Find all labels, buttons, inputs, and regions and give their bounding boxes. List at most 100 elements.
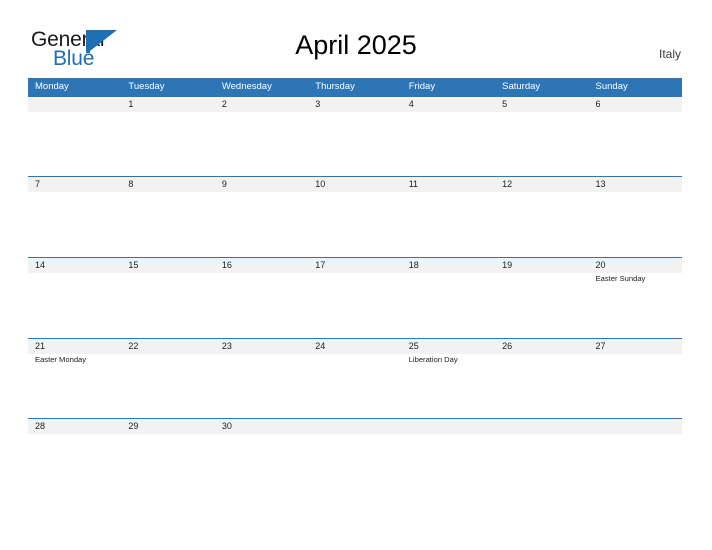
day-events bbox=[589, 192, 682, 193]
day-cell[interactable] bbox=[495, 419, 589, 440]
day-cell[interactable] bbox=[308, 419, 402, 440]
day-number: 21 bbox=[35, 341, 46, 351]
day-cell[interactable]: 30 bbox=[214, 419, 309, 440]
day-cell[interactable]: 23 bbox=[214, 339, 309, 418]
day-cell[interactable]: 14 bbox=[28, 258, 122, 338]
calendar-page: General Blue April 2025 Italy Monday Tue… bbox=[0, 0, 712, 550]
day-number: 10 bbox=[315, 179, 326, 189]
day-cell[interactable]: 8 bbox=[121, 177, 215, 257]
day-cell[interactable]: 12 bbox=[495, 177, 589, 257]
day-number: 24 bbox=[315, 341, 326, 351]
day-number: 5 bbox=[502, 99, 508, 109]
weekday-header-wednesday: Wednesday bbox=[221, 81, 272, 92]
day-cell[interactable]: 7 bbox=[28, 177, 122, 257]
day-cell[interactable]: 1 bbox=[121, 97, 215, 176]
day-cell[interactable]: 5 bbox=[495, 97, 589, 176]
day-number: 8 bbox=[128, 179, 134, 189]
day-events bbox=[495, 354, 588, 355]
day-events: Easter Monday bbox=[28, 354, 121, 365]
holiday-label: Easter Sunday bbox=[595, 274, 646, 283]
day-events bbox=[28, 273, 121, 274]
weekday-header-thursday: Thursday bbox=[315, 81, 355, 92]
day-cell[interactable] bbox=[28, 97, 122, 176]
day-cell[interactable]: 17 bbox=[308, 258, 402, 338]
day-cell[interactable]: 11 bbox=[401, 177, 496, 257]
day-events bbox=[402, 273, 495, 274]
day-number: 16 bbox=[221, 260, 232, 270]
day-cell[interactable]: 13 bbox=[588, 177, 682, 257]
day-events bbox=[215, 192, 308, 193]
day-number: 23 bbox=[221, 341, 232, 351]
day-events: Liberation Day bbox=[402, 354, 495, 365]
day-events bbox=[121, 273, 214, 274]
day-cell[interactable]: 3 bbox=[308, 97, 402, 176]
day-number: 28 bbox=[35, 421, 46, 431]
day-cell[interactable]: 21 Easter Monday bbox=[28, 339, 122, 418]
day-events bbox=[495, 192, 588, 193]
day-cell[interactable]: 18 bbox=[401, 258, 496, 338]
day-number: 13 bbox=[595, 179, 606, 189]
day-number: 2 bbox=[221, 99, 227, 109]
day-events bbox=[28, 112, 121, 113]
day-number: 11 bbox=[408, 179, 419, 189]
day-cell[interactable]: 27 bbox=[588, 339, 682, 418]
holiday-label: Easter Monday bbox=[35, 355, 87, 364]
country-label: Italy bbox=[658, 47, 681, 61]
day-cell[interactable]: 26 bbox=[495, 339, 589, 418]
day-events bbox=[308, 354, 401, 355]
day-number: 12 bbox=[502, 179, 513, 189]
day-cell[interactable]: 29 bbox=[121, 419, 215, 440]
holiday-label: Liberation Day bbox=[408, 355, 458, 364]
calendar-grid: Monday Tuesday Wednesday Thursday Friday… bbox=[28, 78, 682, 440]
day-cell[interactable]: 25 Liberation Day bbox=[401, 339, 496, 418]
day-events bbox=[215, 354, 308, 355]
weekday-header-saturday: Saturday bbox=[502, 81, 541, 92]
weekday-header-row: Monday Tuesday Wednesday Thursday Friday… bbox=[28, 78, 682, 96]
day-events bbox=[308, 273, 401, 274]
day-events bbox=[121, 112, 214, 113]
day-events bbox=[402, 112, 495, 113]
day-number: 3 bbox=[315, 99, 321, 109]
day-cell[interactable]: 2 bbox=[214, 97, 309, 176]
day-events bbox=[121, 354, 214, 355]
day-cell[interactable]: 28 bbox=[28, 419, 122, 440]
day-cell[interactable]: 4 bbox=[401, 97, 496, 176]
day-cell[interactable]: 6 bbox=[588, 97, 682, 176]
day-cell[interactable]: 16 bbox=[214, 258, 309, 338]
day-events bbox=[495, 273, 588, 274]
day-cell[interactable]: 20 Easter Sunday bbox=[588, 258, 682, 338]
day-number: 29 bbox=[128, 421, 139, 431]
weekday-header-tuesday: Tuesday bbox=[128, 81, 165, 92]
day-number: 4 bbox=[408, 99, 414, 109]
weekday-header-sunday: Sunday bbox=[595, 81, 628, 92]
day-cell[interactable] bbox=[588, 419, 682, 440]
day-events bbox=[402, 192, 495, 193]
day-cell[interactable] bbox=[401, 419, 496, 440]
day-number: 26 bbox=[502, 341, 513, 351]
day-events bbox=[495, 112, 588, 113]
day-number: 20 bbox=[595, 260, 606, 270]
weekday-header-monday: Monday bbox=[35, 81, 69, 92]
day-cell[interactable]: 19 bbox=[495, 258, 589, 338]
day-cell[interactable]: 24 bbox=[308, 339, 402, 418]
day-cell[interactable]: 10 bbox=[308, 177, 402, 257]
day-number: 27 bbox=[595, 341, 606, 351]
calendar-week-row: 1 2 3 4 5 6 bbox=[28, 96, 682, 176]
day-cell[interactable]: 22 bbox=[121, 339, 215, 418]
day-events bbox=[215, 273, 308, 274]
day-events bbox=[589, 354, 682, 355]
day-number: 6 bbox=[595, 99, 601, 109]
day-number: 15 bbox=[128, 260, 139, 270]
day-number: 30 bbox=[221, 421, 232, 431]
day-events: Easter Sunday bbox=[589, 273, 682, 284]
day-number: 19 bbox=[502, 260, 513, 270]
day-number: 18 bbox=[408, 260, 419, 270]
day-events bbox=[308, 192, 401, 193]
day-cell[interactable]: 9 bbox=[214, 177, 309, 257]
day-number: 7 bbox=[35, 179, 41, 189]
calendar-week-row: 21 Easter Monday 22 23 24 25 Liberation … bbox=[28, 338, 682, 418]
day-cell[interactable]: 15 bbox=[121, 258, 215, 338]
day-events bbox=[121, 192, 214, 193]
day-events bbox=[308, 112, 401, 113]
calendar-week-row: 14 15 16 17 18 19 20 Easter Sunday bbox=[28, 257, 682, 338]
